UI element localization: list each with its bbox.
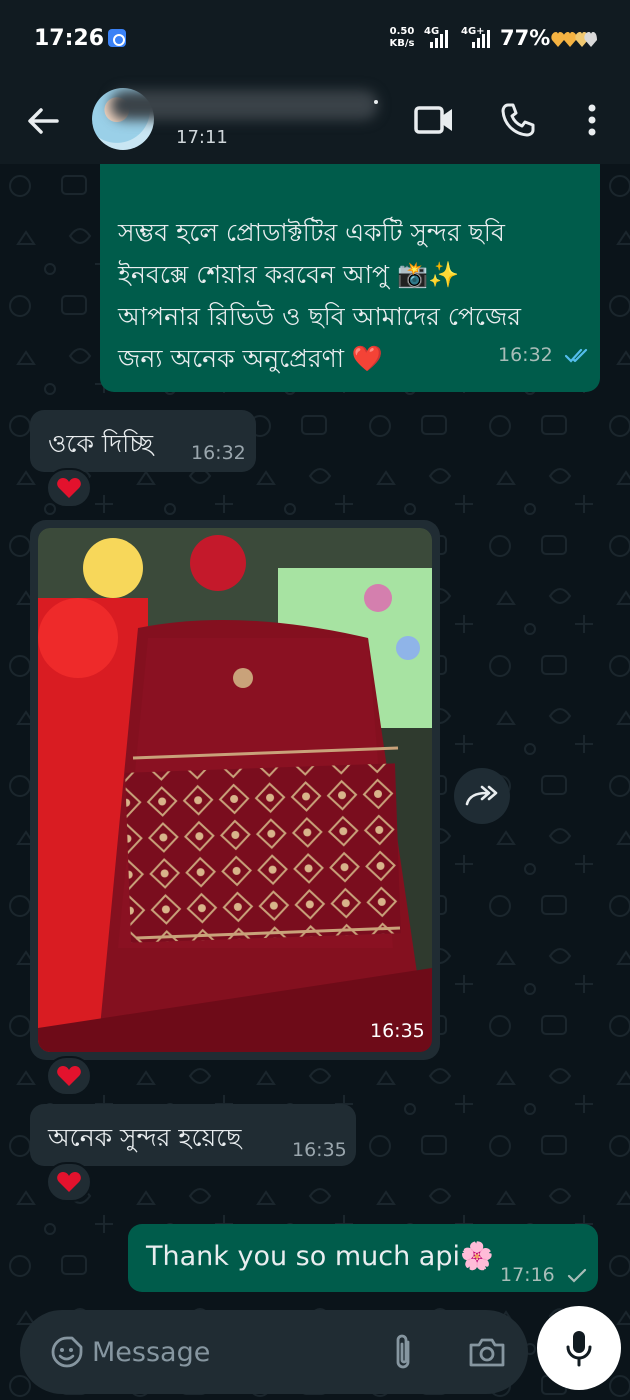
incoming-image-message[interactable]: 16:35 [30, 520, 440, 1060]
heart-reaction[interactable] [46, 468, 92, 508]
app-notification-icon [108, 29, 126, 47]
message-time: 17:16 [500, 1264, 555, 1286]
network-speed-value: 0.50 [389, 26, 415, 37]
message-line-2: ইনবক্সে শেয়ার করবেন আপু 📸✨ [118, 260, 460, 289]
outgoing-message-bubble[interactable]: Thank you so much api🌸 17:16 [128, 1224, 598, 1292]
heart-reaction[interactable] [46, 1056, 92, 1096]
more-options-icon[interactable] [580, 100, 604, 140]
message-time: 16:32 [191, 442, 246, 464]
message-time: 16:32 [498, 344, 553, 366]
heart-reaction-icon [57, 1172, 81, 1192]
emoji-icon[interactable] [50, 1335, 84, 1369]
signal-2-icon [472, 28, 490, 48]
double-tick-read-icon [564, 348, 587, 363]
chat-area[interactable]: সম্ভব হলে প্রোডাক্টটির একটি সুন্দর ছবি ই… [0, 164, 630, 1400]
mic-icon [566, 1331, 592, 1367]
battery-percentage: 77% [500, 26, 551, 50]
incoming-message-bubble[interactable]: ওকে দিচ্ছি 16:32 [30, 410, 256, 472]
outgoing-message-bubble[interactable]: সম্ভব হলে প্রোডাক্টটির একটি সুন্দর ছবি ই… [100, 164, 600, 392]
camera-icon[interactable] [468, 1336, 506, 1368]
message-line-3: আপনার রিভিউ ও ছবি আমাদের পেজের [118, 302, 522, 331]
network-speed-unit: KB/s [389, 38, 415, 49]
single-tick-sent-icon [567, 1268, 586, 1283]
chat-header: 17:11 [0, 78, 630, 164]
phone-icon[interactable] [500, 102, 536, 138]
message-composer [20, 1310, 528, 1394]
image-time: 16:35 [370, 1020, 425, 1042]
message-meta: 16:32 [498, 344, 593, 366]
heart-reaction[interactable] [46, 1162, 92, 1202]
message-text: অনেক সুন্দর হয়েছে [48, 1123, 242, 1152]
name-dot [374, 100, 378, 104]
signal-1-icon [430, 28, 448, 48]
network-speed: 0.50 KB/s [384, 26, 420, 50]
battery-hearts-icon [551, 32, 597, 47]
product-photo[interactable] [38, 528, 432, 1052]
status-time: 17:26 [34, 26, 105, 51]
message-input[interactable] [92, 1332, 372, 1372]
attach-icon[interactable] [390, 1332, 416, 1372]
forward-button[interactable] [454, 768, 510, 824]
message-time: 16:35 [292, 1139, 347, 1161]
forward-icon [465, 785, 498, 806]
heart-reaction-icon [57, 1066, 81, 1086]
contact-name-redacted[interactable] [110, 90, 378, 120]
heart-reaction-icon [57, 478, 81, 498]
mic-button[interactable] [537, 1306, 621, 1390]
incoming-message-bubble[interactable]: অনেক সুন্দর হয়েছে 16:35 [30, 1104, 356, 1166]
status-bar: 17:26 0.50 KB/s 4G 4G+ 77% [0, 0, 630, 78]
back-arrow-icon[interactable] [24, 102, 62, 140]
message-line-1: সম্ভব হলে প্রোডাক্টটির একটি সুন্দর ছবি [118, 218, 505, 247]
video-call-icon[interactable] [414, 104, 454, 136]
message-text: ওকে দিচ্ছি [48, 429, 153, 458]
message-meta: 17:16 [500, 1264, 587, 1286]
message-text: Thank you so much api🌸 [146, 1241, 494, 1272]
last-seen-time: 17:11 [176, 127, 228, 148]
